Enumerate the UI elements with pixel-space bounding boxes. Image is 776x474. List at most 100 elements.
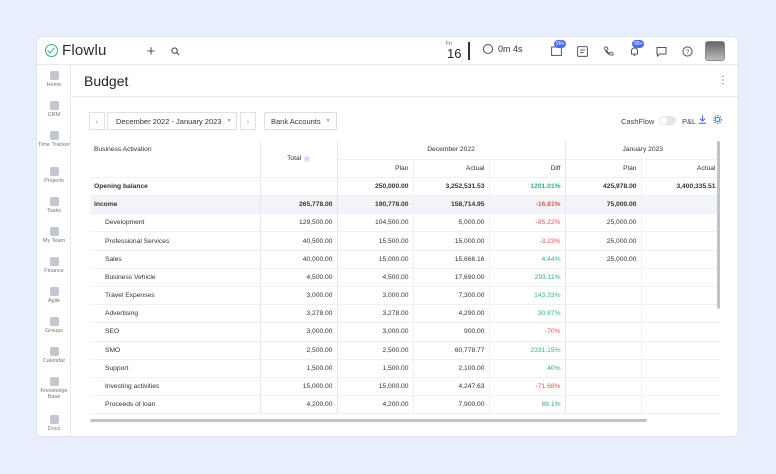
sidebar-item-groups[interactable]: Groups [37, 317, 71, 334]
cell-jan-actual [641, 359, 720, 378]
cell-jan-actual [641, 213, 720, 233]
table-row[interactable]: Income 265,778.00 190,778.00 158,714.95 -16.… [90, 195, 720, 215]
cell-jan-actual [641, 268, 720, 288]
cell-jan-plan: 75,000.00 [565, 195, 642, 215]
plus-icon[interactable]: + [143, 43, 159, 60]
cell-total: 2,500.00 [260, 341, 338, 360]
clock-icon [49, 131, 59, 140]
account-value: Bank Accounts [271, 116, 321, 126]
header-total[interactable]: Total › [260, 141, 338, 178]
row-name: Proceeds of loan [90, 395, 261, 415]
sidebar-item-agile[interactable]: Agile [37, 287, 71, 304]
cell-dec-plan: 1,500.00 [337, 359, 414, 378]
table-row[interactable]: Development 129,500.00 104,500.00 5,000.00-… [90, 213, 720, 233]
cell-dec-diff: 1201.01% [489, 177, 566, 197]
tasks-badge: 99+ [554, 40, 567, 48]
table-row[interactable]: Support 1,500.00 1,500.00 2,100.00 40% [90, 359, 720, 378]
cell-total: 3,000.00 [260, 286, 338, 306]
sidebar-item-label: Agile [47, 298, 61, 304]
sidebar-item-calendar[interactable]: Calendar [37, 347, 71, 364]
table-row[interactable]: Professional Services 40,500.00 15,500.00 1… [90, 231, 720, 251]
cell-jan-plan: 25,000.00 [565, 250, 642, 269]
header-actual: Actual [413, 159, 490, 178]
cell-total: 1,500.00 [260, 359, 338, 378]
sidebar-item-label: Time Tracker [38, 142, 70, 148]
calendar-icon [49, 347, 59, 356]
crm-icon [49, 101, 59, 110]
timer[interactable]: 0m 4s [483, 44, 523, 54]
agile-icon [49, 287, 59, 296]
cell-dec-diff: 2331.15% [489, 341, 566, 360]
phone-icon[interactable] [600, 43, 616, 59]
docs-icon [49, 415, 59, 424]
cell-jan-plan [565, 395, 642, 415]
avatar[interactable] [705, 41, 725, 61]
cell-jan-plan [565, 377, 642, 397]
table-row[interactable]: Sales 40,000.00 15,000.00 15,666.16 4.44% 25,… [90, 250, 720, 269]
cell-dec-actual: 3,252,531.53 [413, 177, 490, 197]
table-row[interactable]: Travel Expenses 3,000.00 3,000.00 7,300.00 1… [90, 286, 720, 306]
search-icon[interactable] [167, 43, 183, 59]
download-icon[interactable] [698, 115, 707, 126]
row-name: Support [90, 359, 261, 378]
sidebar-item-docs[interactable]: Docs [37, 415, 71, 432]
sidebar-item-crm[interactable]: CRM [37, 101, 71, 118]
notifications-badge: 99+ [632, 40, 645, 48]
date-divider [468, 42, 470, 60]
table-row[interactable]: Opening balance 250,000.00 3,252,531.53 120… [90, 177, 720, 197]
row-name: Opening balance [90, 177, 261, 197]
horizontal-scrollbar[interactable] [90, 419, 647, 422]
knowledge-base-icon [49, 377, 59, 386]
help-icon[interactable]: ? [679, 43, 695, 59]
table-row[interactable]: Proceeds of loan 4,200.00 4,200.00 7,900.00… [90, 395, 720, 415]
cell-dec-diff: -3.23% [489, 231, 566, 251]
cell-total: 4,500.00 [260, 268, 338, 288]
table-row[interactable]: SMO 2,500.00 2,500.00 60,778.77 2331.15% [90, 341, 720, 360]
sidebar-item-tasks[interactable]: Tasks [37, 197, 71, 214]
vertical-scrollbar[interactable] [717, 141, 720, 309]
table-row[interactable]: Business Vehicle 4,500.00 4,500.00 17,690.0… [90, 268, 720, 288]
cell-dec-plan: 4,200.00 [337, 395, 414, 415]
app-name: Flowlu [62, 42, 107, 59]
sidebar-item-home[interactable]: Home [37, 71, 71, 88]
row-name: Travel Expenses [90, 286, 261, 306]
row-name: SMO [90, 341, 261, 360]
cell-dec-plan: 250,000.00 [337, 177, 414, 197]
header-diff: Diff [489, 159, 566, 178]
cell-dec-plan: 4,500.00 [337, 268, 414, 288]
sidebar-item-projects[interactable]: Projects [37, 167, 71, 184]
cell-total: 265,778.00 [260, 195, 338, 215]
sidebar-item-time-tracker[interactable]: Time Tracker [37, 131, 71, 148]
cell-jan-plan: 425,978.00 [565, 177, 642, 197]
cashflow-pnl-toggle[interactable] [659, 116, 676, 125]
groups-icon [49, 317, 59, 326]
more-options-icon[interactable]: ⋮ [718, 75, 728, 86]
header-total-label: Total [287, 155, 302, 163]
cell-jan-plan [565, 322, 642, 342]
expand-icon[interactable]: › [304, 156, 310, 163]
cell-jan-actual [641, 322, 720, 342]
cell-jan-plan: 25,000.00 [565, 213, 642, 233]
sidebar-item-my-team[interactable]: My Team [37, 227, 71, 244]
period-select[interactable]: December 2022 - January 2023 ▼ [107, 112, 237, 130]
cell-dec-diff: -16.81% [489, 195, 566, 215]
gear-icon[interactable] [713, 115, 722, 126]
row-name: Development [90, 213, 261, 233]
table-row[interactable]: SEO 3,000.00 3,000.00 900.00 -70% [90, 322, 720, 342]
prev-period-button[interactable]: ‹ [89, 112, 105, 130]
cell-dec-diff: -95.22% [489, 213, 566, 233]
chat-icon[interactable] [653, 43, 669, 59]
sidebar-item-label: Groups [44, 328, 64, 334]
header-month-december: December 2022 [337, 141, 566, 160]
sidebar-item-finance[interactable]: Finance [37, 257, 71, 274]
cell-dec-diff: 30.87% [489, 304, 566, 324]
notes-icon[interactable] [574, 43, 590, 59]
next-period-button[interactable]: › [240, 112, 256, 130]
account-select[interactable]: Bank Accounts ▼ [264, 112, 337, 130]
table-row[interactable]: Advertising 3,278.00 3,278.00 4,290.00 30.87… [90, 304, 720, 324]
row-name: Business Vehicle [90, 268, 261, 288]
sidebar-item-knowledge-base[interactable]: Knowledge Base [37, 377, 71, 400]
logo[interactable]: Flowlu [45, 37, 107, 65]
table-row[interactable]: Investing activities 15,000.00 15,000.00 4,… [90, 377, 720, 397]
table-header-row: Business Activation Total › December 2022… [90, 141, 720, 178]
